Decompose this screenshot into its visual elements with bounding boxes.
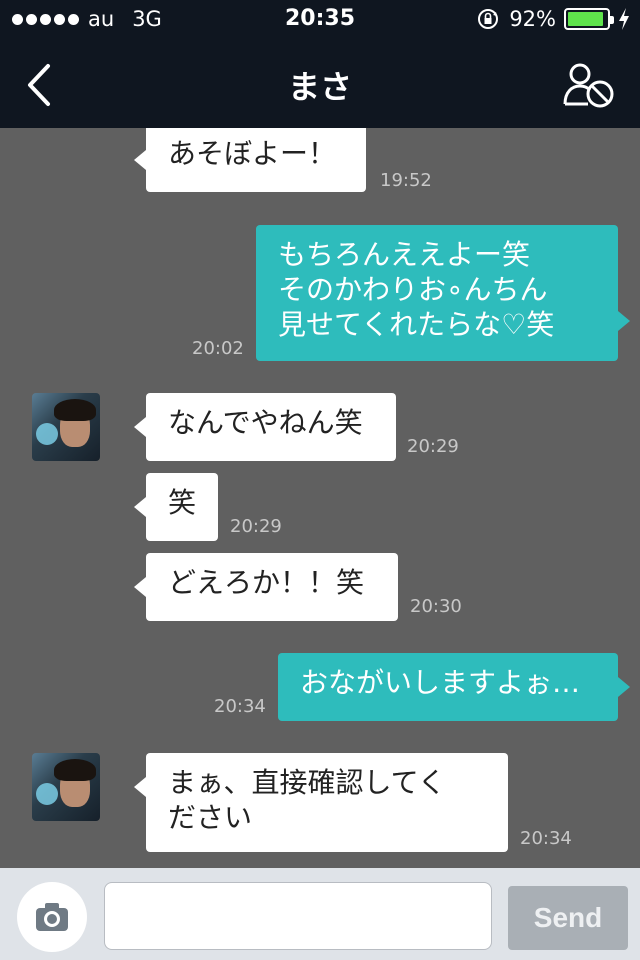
message-timestamp: 19:52 <box>380 170 432 191</box>
message-text-line: 笑 <box>168 486 197 519</box>
charging-bolt-icon <box>619 8 629 30</box>
incoming-message-bubble[interactable]: まぁ、直接確認してく ださい <box>146 753 508 852</box>
battery-level <box>568 12 603 26</box>
incoming-message-bubble[interactable]: 笑 <box>146 473 218 541</box>
block-user-icon[interactable] <box>562 60 616 110</box>
bubble-tail <box>618 677 630 697</box>
message-text-line: そのかわりお∘んちん <box>278 273 548 306</box>
message-input[interactable] <box>104 882 492 950</box>
chevron-left-icon[interactable] <box>20 62 60 108</box>
message-text-line: 見せてくれたらな♡笑 <box>278 308 555 341</box>
incoming-message-bubble[interactable]: どえろか！！笑 <box>146 553 398 621</box>
message-text-line: ださい <box>168 801 253 834</box>
message-timestamp: 20:34 <box>520 828 572 849</box>
nav-bar: まさ <box>0 40 640 128</box>
camera-button[interactable] <box>17 882 87 952</box>
message-text-line: おながいしますよぉ… <box>300 666 581 699</box>
message-text-line: どえろか！！笑 <box>168 566 365 599</box>
outgoing-message-bubble[interactable]: おながいしますよぉ… <box>278 653 618 721</box>
avatar-photo-detail <box>54 399 96 421</box>
message-timestamp: 20:02 <box>192 338 244 359</box>
incoming-message-bubble[interactable]: あそぼよー！ <box>146 128 366 192</box>
bubble-tail <box>134 577 146 597</box>
avatar-photo-detail <box>36 423 58 445</box>
battery-icon <box>564 8 614 30</box>
avatar-photo-detail <box>54 759 96 781</box>
message-text-line: なんでやねん笑 <box>168 406 363 439</box>
bubble-tail <box>134 497 146 517</box>
bubble-tail <box>134 417 146 437</box>
avatar-photo-detail <box>36 783 58 805</box>
message-timestamp: 20:30 <box>410 596 462 617</box>
status-bar: au 3G 20:35 92% <box>0 0 640 40</box>
chat-title: まさ <box>287 68 352 106</box>
message-text-line: まぁ、直接確認してく <box>168 766 446 799</box>
battery-percent: 92% <box>509 7 556 31</box>
message-timestamp: 20:29 <box>230 516 282 537</box>
camera-icon <box>36 903 68 931</box>
contact-avatar[interactable] <box>32 393 100 461</box>
send-button[interactable]: Send <box>508 886 628 950</box>
incoming-message-bubble[interactable]: なんでやねん笑 <box>146 393 396 461</box>
input-bar: Send <box>0 868 640 960</box>
chat-area[interactable]: あそぼよー！ 19:52 もちろんええよー笑 そのかわりお∘んちん 見せてくれたらな♡笑… <box>0 128 640 868</box>
contact-avatar[interactable] <box>32 753 100 821</box>
status-right: 92% <box>477 7 630 31</box>
bubble-tail <box>618 311 630 331</box>
message-text-line: もちろんええよー笑 <box>278 238 531 271</box>
message-timestamp: 20:29 <box>407 436 459 457</box>
rotation-lock-icon <box>478 9 499 29</box>
outgoing-message-bubble[interactable]: もちろんええよー笑 そのかわりお∘んちん 見せてくれたらな♡笑 <box>256 225 618 361</box>
battery-tip <box>610 16 614 24</box>
bubble-tail <box>134 150 146 170</box>
message-text-line: あそぼよー！ <box>168 137 337 170</box>
bubble-tail <box>134 777 146 797</box>
message-timestamp: 20:34 <box>214 696 266 717</box>
